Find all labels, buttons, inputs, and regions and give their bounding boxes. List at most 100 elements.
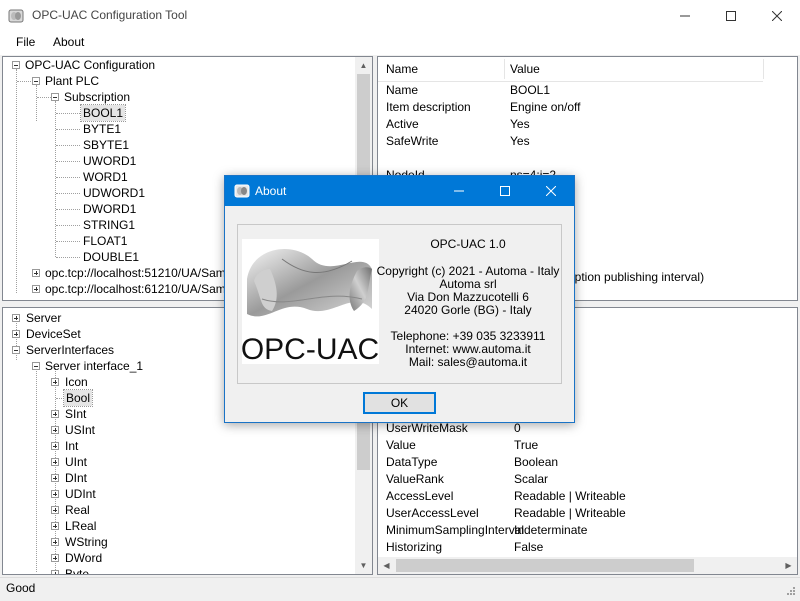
tree-node-server-interface[interactable]: Server interface_1	[45, 358, 143, 374]
dialog-minimize-button[interactable]	[436, 176, 482, 206]
expand-icon[interactable]	[51, 458, 59, 466]
property-name: SafeWrite	[386, 134, 439, 148]
tree-item-uint[interactable]: UInt	[65, 454, 87, 470]
collapse-icon[interactable]	[51, 93, 59, 101]
collapse-icon[interactable]	[12, 61, 20, 69]
attribute-name: DataType	[386, 455, 438, 469]
about-dialog[interactable]: About OPC-UAC OPC-UAC 1.0 Copyright (c) …	[224, 175, 575, 423]
close-icon	[772, 10, 782, 21]
tree-node-serverinterfaces[interactable]: ServerInterfaces	[26, 342, 114, 358]
menu-bar	[0, 31, 800, 55]
scroll-down-icon[interactable]: ▼	[355, 557, 372, 574]
property-name: Name	[386, 83, 419, 97]
attribute-name: ValueRank	[386, 472, 444, 486]
tree-item-uword1[interactable]: UWORD1	[83, 153, 136, 169]
expand-icon[interactable]	[32, 269, 40, 277]
expand-icon[interactable]	[51, 378, 59, 386]
expand-icon[interactable]	[51, 442, 59, 450]
resize-grip-icon[interactable]	[784, 586, 796, 598]
tree-item-wstring[interactable]: WString	[65, 534, 108, 550]
grid-header	[378, 57, 763, 82]
attribute-name: MinimumSamplingInterval	[386, 523, 525, 537]
tree-item-lreal[interactable]: LReal	[65, 518, 96, 534]
tree-node-subscription[interactable]: Subscription	[64, 89, 130, 105]
expand-icon[interactable]	[51, 506, 59, 514]
scroll-thumb[interactable]	[396, 559, 694, 572]
tree-item-string1[interactable]: STRING1	[83, 217, 135, 233]
scroll-left-icon[interactable]: ◀	[378, 557, 395, 574]
tree-item-word1[interactable]: WORD1	[83, 169, 128, 185]
attribute-value[interactable]: Readable | Writeable	[514, 505, 626, 522]
close-button[interactable]	[754, 0, 800, 31]
grid-horizontal-scrollbar[interactable]: ◀ ▶	[378, 557, 797, 574]
collapse-icon[interactable]	[32, 362, 40, 370]
attribute-value[interactable]: Scalar	[514, 471, 548, 488]
copyright-text: Copyright (c) 2021 - Automa - Italy	[376, 264, 560, 278]
column-header-value[interactable]: Value	[510, 61, 540, 78]
attribute-value[interactable]: True	[514, 437, 538, 454]
scroll-right-icon[interactable]: ▶	[780, 557, 797, 574]
expand-icon[interactable]	[51, 570, 59, 574]
ok-button[interactable]: OK	[363, 392, 436, 414]
tree-item-sint[interactable]: SInt	[65, 406, 86, 422]
tree-item-byte1[interactable]: BYTE1	[83, 121, 121, 137]
dialog-maximize-button[interactable]	[482, 176, 528, 206]
tree-item-byte[interactable]: Byte	[65, 566, 89, 574]
tree-item-int[interactable]: Int	[65, 438, 78, 454]
expand-icon[interactable]	[51, 410, 59, 418]
property-value[interactable]: Engine on/off	[510, 99, 581, 116]
menu-file[interactable]: File	[16, 35, 35, 49]
property-name: Item description	[386, 100, 471, 114]
property-value[interactable]: Yes	[510, 116, 530, 133]
tree-item-float1[interactable]: FLOAT1	[83, 233, 127, 249]
tree-item-bool1[interactable]: BOOL1	[79, 104, 127, 122]
dialog-title: About	[255, 184, 287, 198]
tree-item-dword1[interactable]: DWORD1	[83, 201, 136, 217]
attribute-value[interactable]: False	[514, 539, 543, 556]
expand-icon[interactable]	[51, 522, 59, 530]
tree-item-udint[interactable]: UDInt	[65, 486, 96, 502]
expand-icon[interactable]	[51, 474, 59, 482]
scroll-up-icon[interactable]: ▲	[355, 57, 372, 74]
menu-about[interactable]: About	[53, 35, 84, 49]
tree-node-server-1[interactable]: opc.tcp://localhost:51210/UA/Sampl	[45, 265, 235, 281]
tree-item-sbyte1[interactable]: SBYTE1	[83, 137, 129, 153]
tree-node-server-2[interactable]: opc.tcp://localhost:61210/UA/Sampl	[45, 281, 235, 297]
tree-item-usint[interactable]: USInt	[65, 422, 95, 438]
tree-node-server[interactable]: Server	[26, 310, 61, 326]
minimize-button[interactable]	[662, 0, 708, 31]
tree-node-deviceset[interactable]: DeviceSet	[26, 326, 81, 342]
tree-node-root[interactable]: OPC-UAC Configuration	[25, 57, 155, 73]
tree-item-icon[interactable]: Icon	[65, 374, 88, 390]
property-value[interactable]: BOOL1	[510, 82, 550, 99]
attribute-value[interactable]: Readable | Writeable	[514, 488, 626, 505]
tree-item-bool[interactable]: Bool	[62, 389, 94, 407]
column-header-name[interactable]: Name	[386, 61, 418, 78]
expand-icon[interactable]	[12, 314, 20, 322]
tree-item-real[interactable]: Real	[65, 502, 90, 518]
tree-item-dword[interactable]: DWord	[65, 550, 102, 566]
tree-item-dint[interactable]: DInt	[65, 470, 87, 486]
tree-item-udword1[interactable]: UDWORD1	[83, 185, 145, 201]
tree-item-double1[interactable]: DOUBLE1	[83, 249, 139, 265]
expand-icon[interactable]	[12, 330, 20, 338]
expand-icon[interactable]	[51, 554, 59, 562]
logo-faces-icon: OPC-UAC	[242, 248, 379, 364]
product-logo: OPC-UAC	[242, 239, 379, 364]
tree-node-plc[interactable]: Plant PLC	[45, 73, 99, 89]
status-text: Good	[6, 581, 36, 595]
company-street: Via Don Mazzucotelli 6	[407, 290, 529, 304]
dialog-close-button[interactable]	[528, 176, 574, 206]
collapse-icon[interactable]	[12, 346, 20, 354]
company-internet: Internet: www.automa.it	[405, 342, 531, 356]
maximize-button[interactable]	[708, 0, 754, 31]
expand-icon[interactable]	[51, 490, 59, 498]
close-icon	[546, 186, 556, 196]
expand-icon[interactable]	[51, 538, 59, 546]
attribute-value[interactable]: Indeterminate	[514, 522, 587, 539]
property-value[interactable]: Yes	[510, 133, 530, 150]
collapse-icon[interactable]	[32, 77, 40, 85]
expand-icon[interactable]	[51, 426, 59, 434]
attribute-value[interactable]: Boolean	[514, 454, 558, 471]
expand-icon[interactable]	[32, 285, 40, 293]
